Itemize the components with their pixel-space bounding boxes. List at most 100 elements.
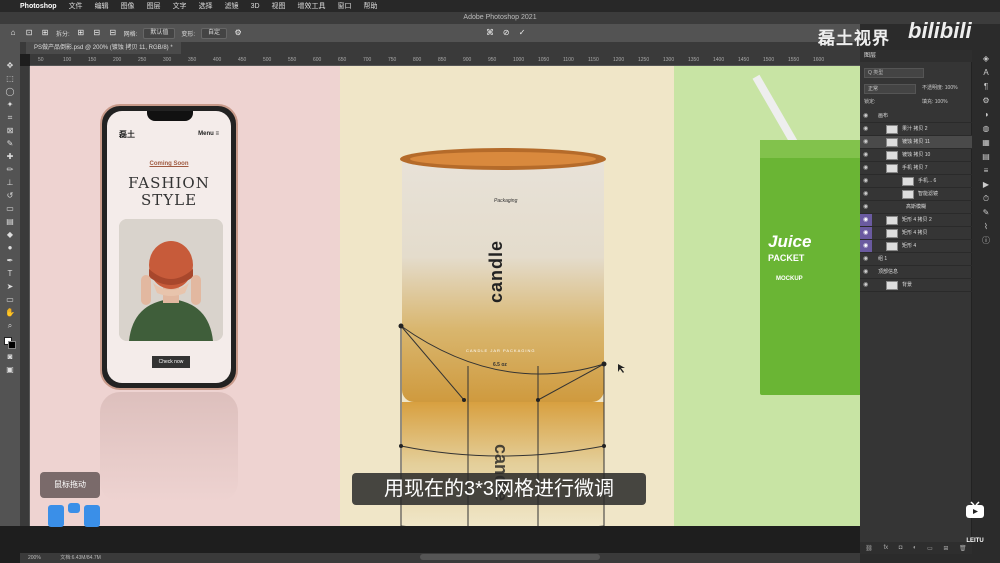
folder-icon[interactable]: ▭: [927, 545, 933, 552]
libraries-icon[interactable]: ▤: [982, 152, 990, 162]
healing-brush-icon[interactable]: ✚: [3, 151, 17, 162]
menu-item[interactable]: Photoshop: [20, 3, 57, 10]
gear-icon[interactable]: ⚙: [233, 28, 243, 38]
color-icon[interactable]: ◍: [983, 124, 990, 134]
eye-icon[interactable]: ◉: [863, 136, 868, 148]
layer-row[interactable]: ◉ 画布: [860, 110, 972, 123]
eye-icon[interactable]: ◉: [863, 123, 868, 135]
move-tool-icon[interactable]: ✥: [3, 60, 17, 71]
transform-tool-icon[interactable]: ⊡: [24, 28, 34, 38]
eye-icon[interactable]: ◉: [863, 240, 868, 252]
layer-row[interactable]: ◉ 矩形 4 拷贝: [860, 227, 972, 240]
layer-row[interactable]: ◉ 手机 拷贝 7: [860, 162, 972, 175]
layers-icon[interactable]: ◈: [983, 54, 989, 64]
color-swatches[interactable]: [4, 337, 16, 349]
type-panel-icon[interactable]: A: [983, 68, 988, 78]
layer-row[interactable]: ◉ 顶部信息: [860, 266, 972, 279]
opacity-field[interactable]: 不透明度: 100%: [922, 84, 958, 91]
eye-icon[interactable]: ◉: [863, 175, 868, 187]
link-layers-icon[interactable]: ⛓: [865, 545, 873, 552]
canvas[interactable]: 磊土 Menu ≡ Coming Soon FASHION STYLE Chec…: [30, 66, 860, 526]
layer-name[interactable]: 手机 拷贝 7: [902, 162, 928, 174]
layer-row[interactable]: ◉ 镀蚀 拷贝 10: [860, 149, 972, 162]
eye-icon[interactable]: ◉: [863, 214, 868, 226]
adjustment-icon[interactable]: ◐: [913, 545, 917, 551]
swatches-icon[interactable]: ▦: [982, 138, 990, 148]
layer-row[interactable]: ◉ 手机... 6: [860, 175, 972, 188]
eye-icon[interactable]: ◉: [863, 201, 868, 213]
eye-icon[interactable]: ◉: [863, 227, 868, 239]
actions-icon[interactable]: ▶: [983, 180, 989, 190]
horizontal-scrollbar[interactable]: [420, 554, 600, 560]
menu-item[interactable]: 滤镜: [225, 1, 239, 11]
warp-select[interactable]: 自定: [201, 27, 228, 39]
layer-filter-select[interactable]: Q 类型: [864, 68, 924, 78]
eraser-tool-icon[interactable]: ▭: [3, 203, 17, 214]
eye-icon[interactable]: ◉: [863, 266, 868, 278]
split-vertical-icon[interactable]: ⊟: [92, 28, 102, 38]
layer-name[interactable]: 智能滤镜: [918, 188, 938, 200]
reference-point-icon[interactable]: ⊞: [40, 28, 50, 38]
type-tool-icon[interactable]: T: [3, 268, 17, 279]
screen-mode-icon[interactable]: ▣: [3, 364, 17, 375]
menu-item[interactable]: 文件: [69, 1, 83, 11]
layer-name[interactable]: 矩形 4 拷贝 2: [902, 214, 932, 226]
opacity-value[interactable]: 100%: [945, 85, 958, 91]
layer-row[interactable]: ◉ 背景: [860, 279, 972, 292]
paragraph-icon[interactable]: ¶: [984, 82, 988, 92]
menu-item[interactable]: 文字: [173, 1, 187, 11]
blur-tool-icon[interactable]: ◆: [3, 229, 17, 240]
fill-value[interactable]: 100%: [935, 99, 948, 105]
warp-mode-icon[interactable]: ⌘: [485, 28, 495, 38]
fill-field[interactable]: 填充: 100%: [922, 98, 948, 105]
menu-item[interactable]: 编辑: [95, 1, 109, 11]
grid-select[interactable]: 默认值: [143, 27, 176, 39]
lasso-tool-icon[interactable]: ◯: [3, 86, 17, 97]
commit-transform-icon[interactable]: ✓: [517, 28, 527, 38]
menu-item[interactable]: 帮助: [364, 1, 378, 11]
eye-icon[interactable]: ◉: [863, 149, 868, 161]
menu-item[interactable]: 窗口: [338, 1, 352, 11]
layer-row[interactable]: ◉ 矩形 4: [860, 240, 972, 253]
quick-mask-icon[interactable]: ◙: [3, 351, 17, 362]
paths-icon[interactable]: ⌇: [984, 222, 988, 232]
brush-tool-icon[interactable]: ✏: [3, 164, 17, 175]
menu-item[interactable]: 增效工具: [298, 1, 326, 11]
gradient-tool-icon[interactable]: ▤: [3, 216, 17, 227]
layer-name[interactable]: 矩形 4 拷贝: [902, 227, 928, 239]
layer-name[interactable]: 高斯模糊: [906, 201, 926, 213]
eyedropper-icon[interactable]: ✎: [3, 138, 17, 149]
info-icon[interactable]: ⓘ: [982, 236, 990, 246]
channels-icon[interactable]: ≡: [984, 166, 989, 176]
properties-icon[interactable]: ⚙: [982, 96, 989, 106]
frame-tool-icon[interactable]: ⊠: [3, 125, 17, 136]
brushes-icon[interactable]: ✎: [983, 208, 990, 218]
layer-row[interactable]: ◉ 镀蚀 拷贝 11: [860, 136, 972, 149]
split-horizontal-icon[interactable]: ⊟: [108, 28, 118, 38]
eye-icon[interactable]: ◉: [863, 279, 868, 291]
history-brush-icon[interactable]: ↺: [3, 190, 17, 201]
layer-name[interactable]: 果汁 拷贝 2: [902, 123, 928, 135]
zoom-tool-icon[interactable]: ⌕: [3, 320, 17, 331]
layer-row[interactable]: ◉ 高斯模糊: [860, 201, 972, 214]
pen-tool-icon[interactable]: ✒: [3, 255, 17, 266]
eye-icon[interactable]: ◉: [863, 110, 868, 122]
new-layer-icon[interactable]: ⊞: [943, 545, 948, 552]
layer-row[interactable]: ◉ 组 1: [860, 253, 972, 266]
stamp-tool-icon[interactable]: ⊥: [3, 177, 17, 188]
layer-name[interactable]: 镀蚀 拷贝 11: [902, 136, 930, 148]
document-tab[interactable]: PS做产品倒影.psd @ 200% (镀蚀 拷贝 11, RGB/8) *: [26, 42, 181, 54]
horizontal-ruler[interactable]: 50 100 150 200 250 300 350 400 450 500 550 600 650 70…: [30, 54, 860, 66]
layer-name[interactable]: 顶部信息: [878, 266, 898, 278]
marquee-tool-icon[interactable]: ⬚: [3, 73, 17, 84]
split-cross-icon[interactable]: ⊞: [76, 28, 86, 38]
eye-icon[interactable]: ◉: [863, 253, 868, 265]
layer-name[interactable]: 背景: [902, 279, 912, 291]
layer-name[interactable]: 手机... 6: [918, 175, 936, 187]
fx-icon[interactable]: fx: [883, 545, 888, 551]
vertical-ruler[interactable]: [20, 66, 30, 526]
layer-name[interactable]: 矩形 4: [902, 240, 916, 252]
crop-tool-icon[interactable]: ⌗: [3, 112, 17, 123]
layer-name[interactable]: 画布: [878, 110, 888, 122]
menu-item[interactable]: 图像: [121, 1, 135, 11]
